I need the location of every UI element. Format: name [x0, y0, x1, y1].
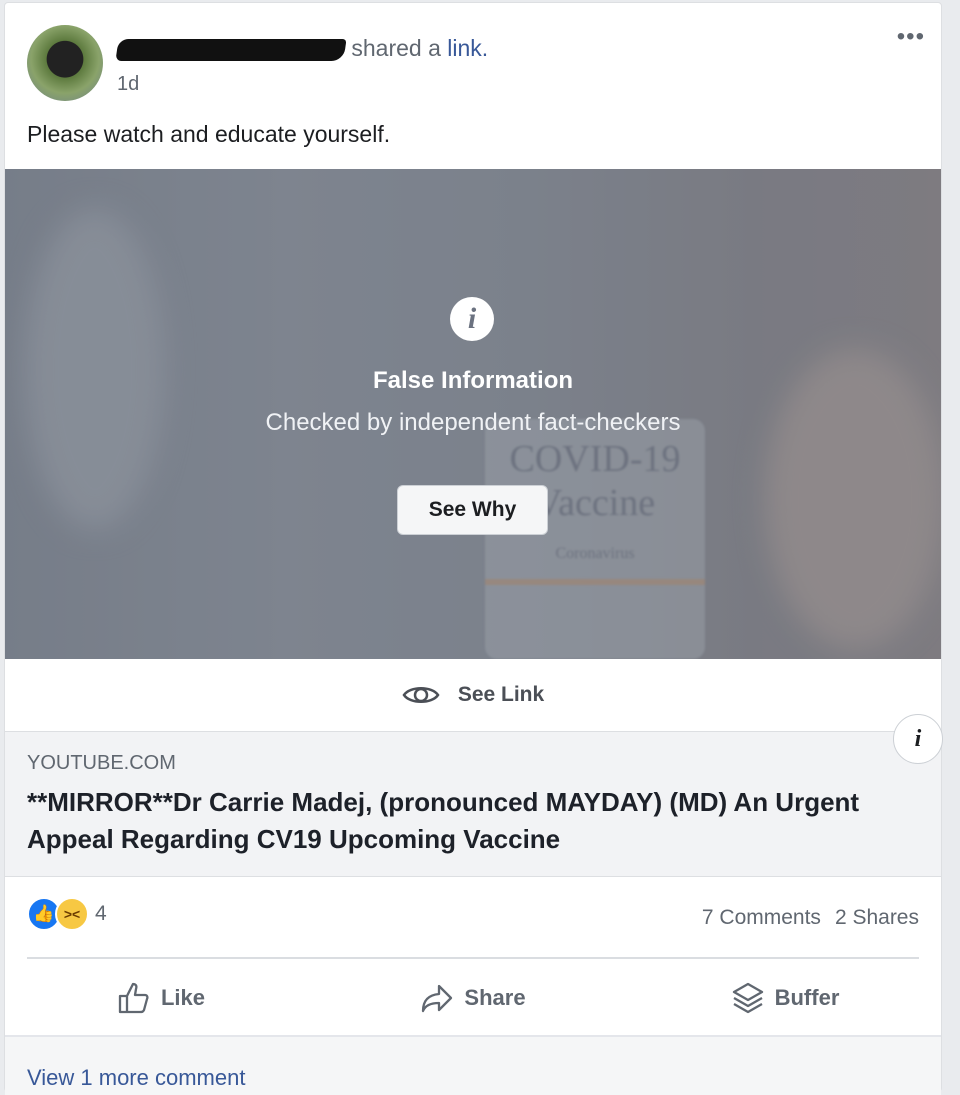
reaction-count: 4: [95, 902, 107, 925]
post-message: Please watch and educate yourself.: [27, 121, 391, 147]
share-arrow-icon: [422, 984, 453, 1013]
warning-title: False Information: [372, 367, 574, 394]
action-bar: Like Share Buffer: [5, 963, 941, 1033]
warning-subtitle: Checked by independent fact-checkers: [265, 409, 681, 436]
action-text: shared a: [351, 35, 441, 61]
haha-reaction-icon: ><: [55, 897, 89, 931]
see-link-label: See Link: [457, 683, 545, 706]
layers-icon: [732, 982, 763, 1014]
engagement-counts: 7 Comments 2 Shares: [702, 906, 919, 930]
comments-section: View 1 more comment: [5, 1035, 941, 1095]
timestamp[interactable]: 1d: [117, 73, 139, 96]
buffer-label: Buffer: [774, 985, 840, 1010]
view-more-comments-link[interactable]: View 1 more comment: [27, 1065, 245, 1091]
like-button[interactable]: Like: [5, 981, 317, 1015]
post-card: shared a link. 1d ••• Please watch and e…: [4, 2, 943, 1095]
fact-check-media: COVID-19 Vaccine Coronavirus i False Inf…: [5, 169, 941, 659]
link-preview[interactable]: YOUTUBE.COM **MIRROR**Dr Carrie Madej, (…: [5, 714, 943, 877]
avatar[interactable]: [27, 25, 103, 101]
post-headline: shared a link.: [115, 35, 488, 62]
redacted-author-name[interactable]: [115, 38, 347, 61]
link-domain: YOUTUBE.COM: [27, 752, 176, 774]
comments-count[interactable]: 7 Comments: [702, 906, 821, 930]
like-label: Like: [160, 985, 206, 1010]
share-button[interactable]: Share: [317, 983, 629, 1013]
see-link-button[interactable]: See Link: [5, 659, 941, 731]
shared-link[interactable]: link.: [447, 35, 488, 61]
link-title[interactable]: **MIRROR**Dr Carrie Madej, (pronounced M…: [27, 784, 907, 858]
info-icon: i: [450, 297, 494, 341]
buffer-button[interactable]: Buffer: [629, 982, 941, 1014]
reactions-summary[interactable]: 👍 >< 4: [27, 897, 107, 931]
info-icon[interactable]: i: [893, 714, 943, 764]
thumbs-up-icon: [118, 982, 149, 1014]
share-label: Share: [464, 985, 526, 1010]
see-why-button[interactable]: See Why: [397, 485, 548, 535]
more-dots-icon[interactable]: •••: [897, 23, 925, 51]
divider: [27, 957, 919, 959]
shares-count[interactable]: 2 Shares: [835, 906, 919, 930]
eye-icon: [402, 687, 440, 703]
